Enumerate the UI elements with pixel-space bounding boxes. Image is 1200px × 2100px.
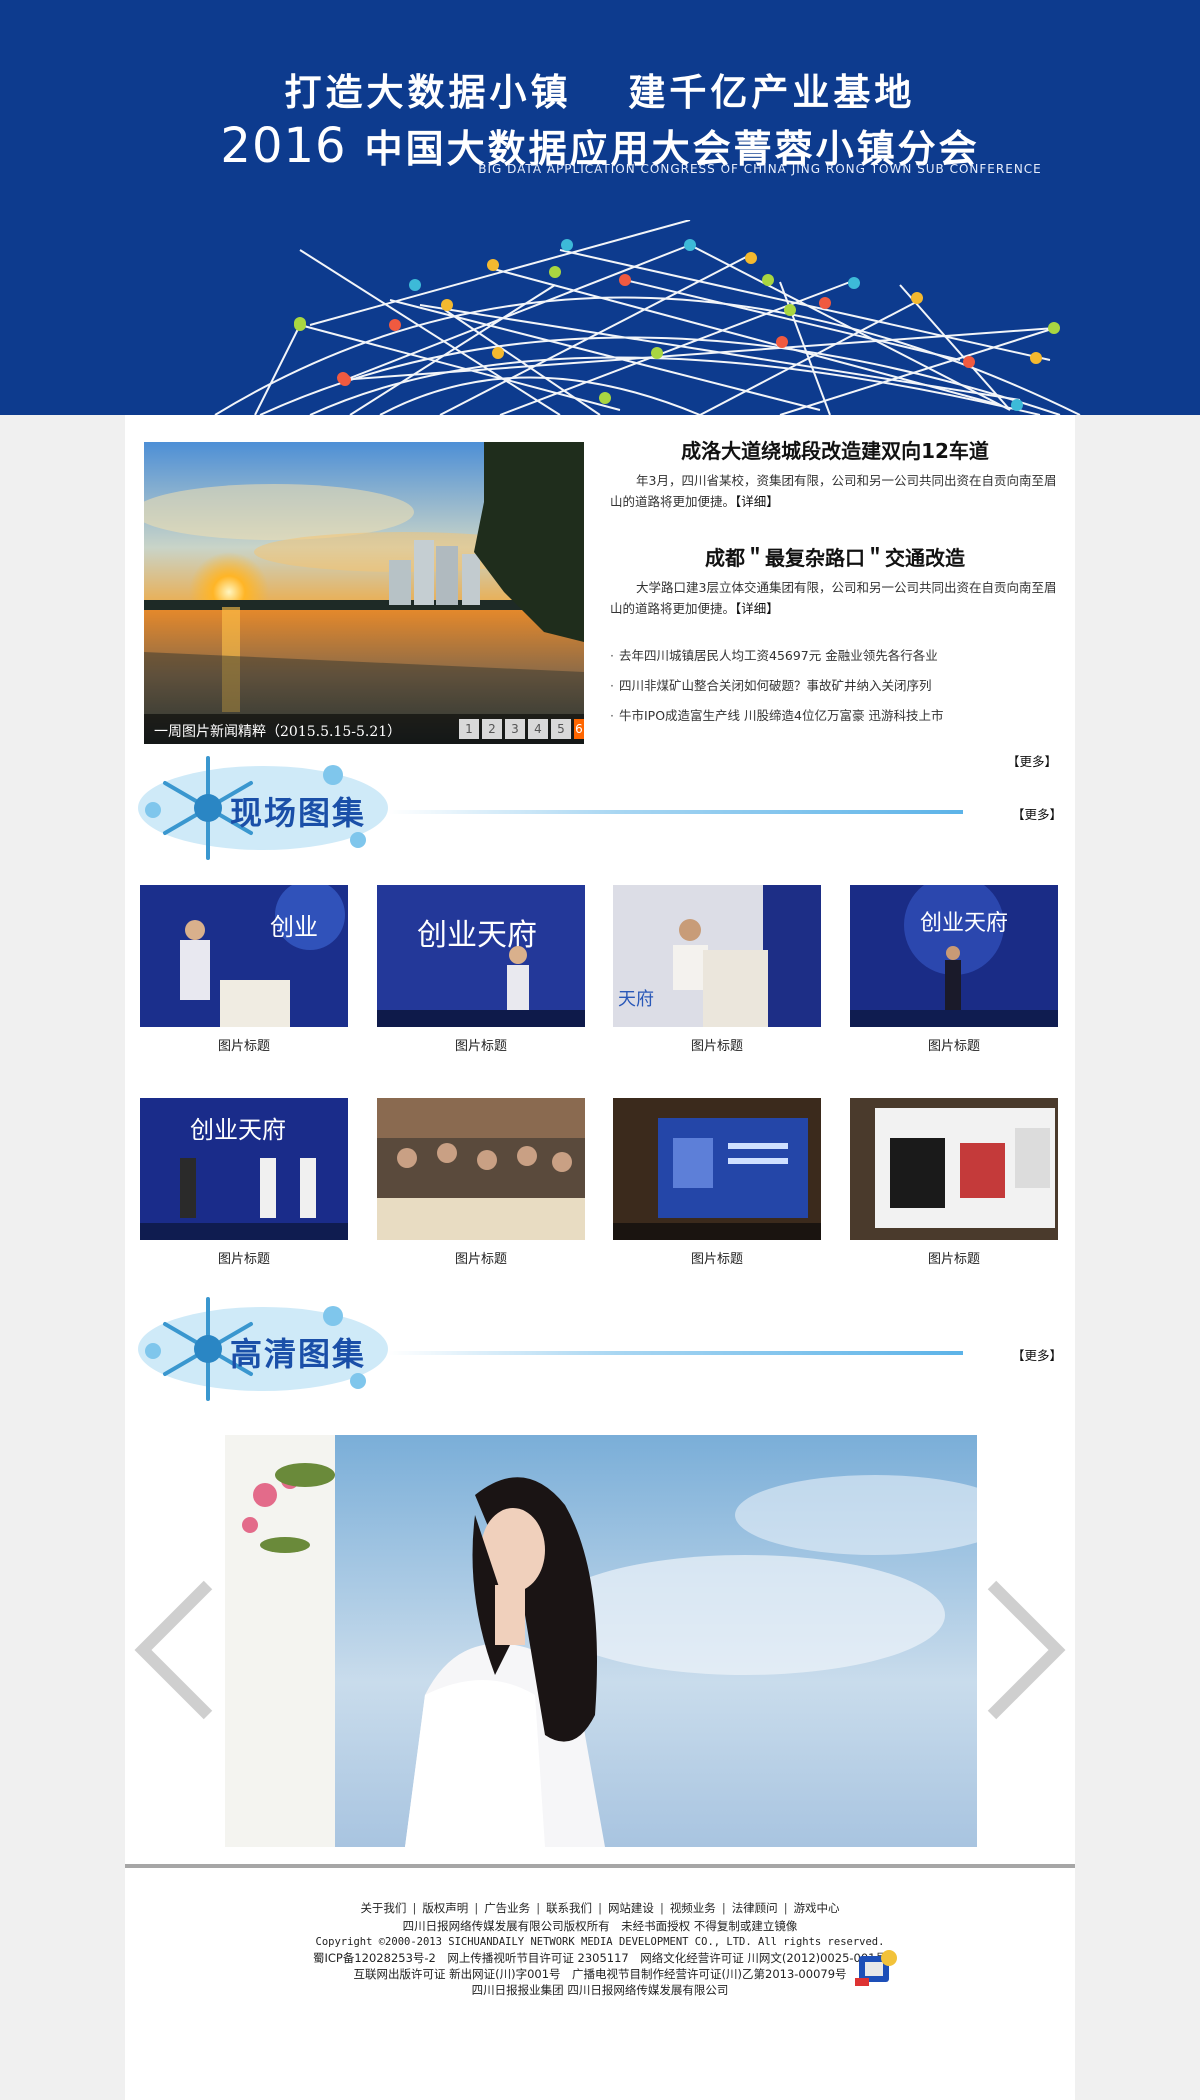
gallery-caption: 图片标题	[217, 1252, 270, 1267]
slider-page-5[interactable]: 5	[551, 719, 571, 739]
gallery-caption: 图片标题	[454, 1252, 507, 1267]
gallery-caption: 图片标题	[454, 1039, 507, 1054]
gallery-item[interactable]: 创业天府 图片标题	[850, 885, 1058, 1054]
network-globe-graphic	[214, 220, 1081, 415]
gallery-item[interactable]: 图片标题	[377, 1098, 585, 1267]
bullet-icon: ·	[610, 648, 614, 663]
news-list-item[interactable]: · 牛市IPO成造富生产线 川股缔造4位亿万富豪 迅游科技上市	[610, 701, 1060, 731]
gallery-more-link[interactable]: 【更多】	[1012, 804, 1062, 823]
gallery-photo-speaker-podium[interactable]: 创业	[140, 885, 348, 1027]
top-banner: 打造大数据小镇 建千亿产业基地 2016 中国大数据应用大会菁蓉小镇分会 BIG …	[0, 0, 1200, 415]
chevron-right-icon[interactable]	[982, 1575, 1072, 1725]
news-column: 成洛大道绕城段改造建双向12车道 年3月，四川省某校，资集团有限，公司和另一公司…	[610, 435, 1060, 769]
bullet-icon: ·	[610, 678, 614, 693]
hd-featured-photo[interactable]	[225, 1435, 977, 1847]
banner-english-title: BIG DATA APPLICATION CONGRESS OF CHINA J…	[478, 162, 1042, 176]
chevron-left-icon[interactable]	[128, 1575, 218, 1725]
gallery-item[interactable]: 创业天府 图片标题	[377, 885, 585, 1054]
gallery-section-title: 现场图集	[230, 794, 367, 832]
police-badge-icon[interactable]	[855, 1948, 899, 1988]
gallery-photo-group-on-stage[interactable]: 创业天府	[140, 1098, 348, 1240]
footer-link-website-building[interactable]: 网站建设	[608, 1901, 654, 1915]
photo-news-slider[interactable]: 一周图片新闻精粹（2015.5.15-5.21） 1 2 3 4 5 6	[144, 442, 584, 744]
gallery-caption: 图片标题	[927, 1039, 980, 1054]
gallery-photo-presentation-screen[interactable]	[613, 1098, 821, 1240]
section-divider	[388, 1351, 963, 1355]
slider-page-2[interactable]: 2	[482, 719, 502, 739]
slider-pagination: 1 2 3 4 5 6	[459, 719, 584, 739]
gallery-photo-speaker-stage[interactable]: 创业天府	[377, 885, 585, 1027]
detail-link-1[interactable]: 【详细】	[735, 494, 779, 509]
lead-2-text: 大学路口建3层立体交通集团有限，公司和另一公司共同出资在自贡向南至眉山的道路将更…	[610, 580, 1057, 616]
hd-section-title: 高清图集	[230, 1335, 367, 1373]
footer-link-contact[interactable]: 联系我们	[546, 1901, 592, 1915]
gallery-item[interactable]: 创业天府 图片标题	[140, 1098, 348, 1267]
footer-link-about[interactable]: 关于我们	[360, 1901, 406, 1915]
main-content: 一周图片新闻精粹（2015.5.15-5.21） 1 2 3 4 5 6 成洛大…	[125, 415, 1075, 2100]
news-list: · 去年四川城镇居民人均工资45697元 金融业领先各行各业 · 四川非煤矿山整合关…	[610, 641, 1060, 731]
footer-link-games[interactable]: 游戏中心	[794, 1901, 840, 1915]
footer-link-copyright[interactable]: 版权声明	[422, 1901, 468, 1915]
headline-2[interactable]: 成都＂最复杂路口＂交通改造	[610, 542, 1060, 571]
slider-caption-bar: 一周图片新闻精粹（2015.5.15-5.21） 1 2 3 4 5 6	[144, 714, 584, 744]
network-nodes	[294, 239, 1060, 411]
gallery-caption: 图片标题	[690, 1252, 743, 1267]
footer-links: 关于我们 | 版权声明 | 广告业务 | 联系我们 | 网站建设 | 视频业务 | 法律顾问 | 游戏中心	[360, 1901, 840, 1915]
footer-icp-license: 蜀ICP备12028253号-2 网上传播视听节目许可证 2305117 网络文…	[313, 1951, 887, 1965]
slider-caption: 一周图片新闻精粹（2015.5.15-5.21）	[154, 724, 402, 740]
svg-text:创业: 创业	[270, 913, 318, 941]
gallery-section-header: 现场图集 【更多】	[133, 750, 1068, 865]
gallery-photo-lectern[interactable]: 天府	[613, 885, 821, 1027]
svg-text:创业天府: 创业天府	[920, 911, 1008, 936]
slider-page-3[interactable]: 3	[505, 719, 525, 739]
gallery-photo-exhibition-slide[interactable]	[850, 1098, 1058, 1240]
news-list-item-text: 四川非煤矿山整合关闭如何破题？事故矿井纳入关闭序列	[618, 678, 932, 693]
gallery-caption: 图片标题	[927, 1252, 980, 1267]
slider-page-4[interactable]: 4	[528, 719, 548, 739]
gallery-item[interactable]: 图片标题	[613, 1098, 821, 1267]
footer-link-ads[interactable]: 广告业务	[484, 1901, 530, 1915]
footer-rights-notice: 四川日报网络传媒发展有限公司版权所有 未经书面授权 不得复制或建立镜像	[402, 1919, 798, 1933]
banner-slogan: 打造大数据小镇 建千亿产业基地	[284, 71, 916, 114]
lead-1: 年3月，四川省某校，资集团有限，公司和另一公司共同出资在自贡向南至眉山的道路将更…	[610, 470, 1060, 512]
footer-company: 四川日报报业集团 四川日报网络传媒发展有限公司	[471, 1983, 729, 1997]
hd-more-link[interactable]: 【更多】	[1012, 1345, 1062, 1364]
slider-page-6[interactable]: 6	[574, 719, 584, 739]
news-list-item-text: 去年四川城镇居民人均工资45697元 金融业领先各行各业	[618, 648, 938, 663]
gallery-photo-host[interactable]: 创业天府	[850, 885, 1058, 1027]
headline-1[interactable]: 成洛大道绕城段改造建双向12车道	[610, 435, 1060, 464]
footer-divider	[125, 1864, 1075, 1868]
lead-1-text: 年3月，四川省某校，资集团有限，公司和另一公司共同出资在自贡向南至眉山的道路将更…	[610, 473, 1057, 509]
detail-link-2[interactable]: 【详细】	[735, 601, 779, 616]
site-footer: 关于我们 | 版权声明 | 广告业务 | 联系我们 | 网站建设 | 视频业务 | 法律顾问 | 游戏中心 …	[125, 1900, 1075, 1998]
bullet-icon: ·	[610, 708, 614, 723]
news-list-item[interactable]: · 去年四川城镇居民人均工资45697元 金融业领先各行各业	[610, 641, 1060, 671]
footer-link-legal[interactable]: 法律顾问	[732, 1901, 778, 1915]
hd-section-header: 高清图集 【更多】	[133, 1291, 1068, 1406]
sunset-lake-photo[interactable]	[144, 442, 584, 744]
gallery-photo-audience[interactable]	[377, 1098, 585, 1240]
gallery-caption: 图片标题	[217, 1039, 270, 1054]
hd-gallery-carousel	[125, 1435, 1075, 1855]
gallery-caption: 图片标题	[690, 1039, 743, 1054]
svg-text:创业天府: 创业天府	[190, 1116, 286, 1144]
section-divider	[388, 810, 963, 814]
svg-text:天府: 天府	[618, 989, 654, 1010]
footer-copyright: Copyright ©2000-2013 SICHUANDAILY NETWOR…	[315, 1936, 885, 1948]
footer-publishing-license: 互联网出版许可证 新出网证(川)字001号 广播电视节目制作经营许可证(川)乙第…	[353, 1967, 847, 1981]
footer-link-video[interactable]: 视频业务	[670, 1901, 716, 1915]
news-list-item[interactable]: · 四川非煤矿山整合关闭如何破题？事故矿井纳入关闭序列	[610, 671, 1060, 701]
gallery-item[interactable]: 创业 图片标题	[140, 885, 348, 1054]
lead-2: 大学路口建3层立体交通集团有限，公司和另一公司共同出资在自贡向南至眉山的道路将更…	[610, 577, 1060, 619]
slider-page-1[interactable]: 1	[459, 719, 479, 739]
gallery-item[interactable]: 天府 图片标题	[613, 885, 821, 1054]
news-list-item-text: 牛市IPO成造富生产线 川股缔造4位亿万富豪 迅游科技上市	[618, 708, 944, 723]
gallery-item[interactable]: 图片标题	[850, 1098, 1058, 1267]
